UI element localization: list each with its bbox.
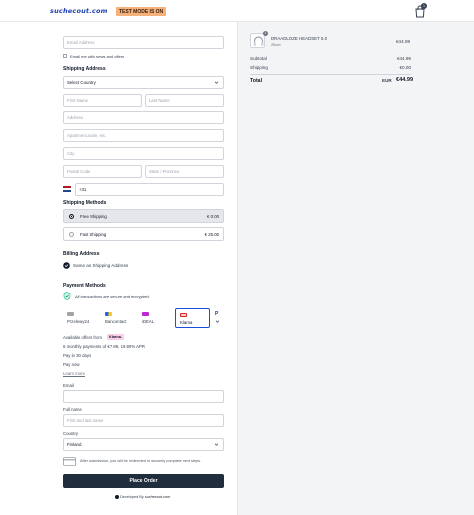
place-order-button[interactable]: Place Order xyxy=(63,474,224,488)
chevron-down-icon xyxy=(214,81,219,84)
developed-by-label: Developed By xyxy=(120,495,144,499)
product-name: DRAADLOZE HEADSET 5.0 xyxy=(271,36,328,41)
email-input[interactable]: Email Address xyxy=(63,36,224,49)
test-mode-badge: TEST MODE IS ON xyxy=(116,7,167,16)
payment-method-label: Bancontact xyxy=(105,319,127,324)
address-input[interactable]: Address xyxy=(63,111,224,124)
total-label: Total xyxy=(250,78,263,84)
product-price: €44.99 xyxy=(396,39,411,44)
shipping-radio-free[interactable] xyxy=(69,214,74,219)
phone-value: +31 xyxy=(79,187,87,192)
klarna-offer: Pay now xyxy=(63,362,80,367)
shipping-radio-fast[interactable] xyxy=(69,232,74,237)
klarna-country-select[interactable]: Finland xyxy=(63,438,224,451)
chevron-down-icon xyxy=(215,320,220,323)
payment-method-klarna[interactable]: Klarna xyxy=(175,308,210,328)
shipping-option-price: € 0.00 xyxy=(207,214,219,219)
total-value: €44.99 xyxy=(396,77,414,83)
total-currency: EUR xyxy=(382,78,392,83)
klarna-badge: Klarna. xyxy=(107,334,124,340)
shipping-value: €0.00 xyxy=(399,65,412,70)
netherlands-flag-icon[interactable] xyxy=(63,186,71,192)
payment-method-label: Przelewy24 xyxy=(67,319,90,324)
payment-methods-title: Payment Methods xyxy=(63,283,106,289)
payment-method-ideal[interactable]: iDEAL xyxy=(138,308,172,328)
header: suchecout.com TEST MODE IS ON 1 xyxy=(0,0,474,22)
przelewy24-icon xyxy=(67,312,74,316)
shipping-option-name: Free Shipping xyxy=(80,214,107,219)
redirect-note: After submission, you will be redirected… xyxy=(80,459,202,463)
shipping-option-fast[interactable]: Fast Shipping € 25.00 xyxy=(63,227,224,241)
secure-note: All transactions are secure and encrypte… xyxy=(75,294,150,299)
full-name-label: Full name xyxy=(63,407,82,412)
shipping-option-free[interactable]: Free Shipping € 0.00 xyxy=(63,209,224,223)
cart-count-badge: 1 xyxy=(421,3,427,9)
info-icon xyxy=(115,495,119,499)
newsletter-checkbox[interactable] xyxy=(63,54,67,58)
subtotal-label: Subtotal xyxy=(250,56,267,61)
payment-method-label: iDEAL xyxy=(142,319,155,324)
footer: Developed By suchecout.com xyxy=(115,495,170,499)
order-summary-panel xyxy=(237,22,474,515)
full-name-input[interactable]: First and last name xyxy=(63,414,224,427)
last-name-input[interactable]: Last Name xyxy=(145,94,224,107)
shipping-option-name: Fast Shipping xyxy=(80,232,107,237)
shipping-methods-title: Shipping Methods xyxy=(63,200,107,206)
klarna-country-value: Finland xyxy=(67,442,82,447)
available-offers-label: Available offers from xyxy=(63,335,103,340)
klarna-icon xyxy=(180,313,187,317)
first-name-input[interactable]: First Name xyxy=(63,94,142,107)
klarna-offer: 6 monthly payments of €7.89, 19.90% APR xyxy=(63,344,145,349)
city-input[interactable]: City xyxy=(63,147,224,160)
payment-method-label: Klarna xyxy=(180,320,193,325)
klarna-offer: Pay in 30 days xyxy=(63,353,92,358)
subtotal-value: €44.99 xyxy=(396,56,411,61)
check-circle-icon[interactable] xyxy=(63,262,70,269)
paypal-icon: P xyxy=(215,311,219,317)
klarna-email-label: Email xyxy=(63,383,74,388)
country-select-value: Select Country xyxy=(67,80,96,85)
postal-code-input[interactable]: Postal Code xyxy=(63,165,142,178)
card-icon xyxy=(63,457,76,466)
payment-method-more[interactable]: P xyxy=(212,308,224,328)
subtotal-row: Subtotal €44.99 xyxy=(250,56,411,61)
learn-more-link[interactable]: Learn more xyxy=(63,371,85,376)
shipping-row: Shipping €0.00 xyxy=(250,65,411,70)
payment-method-przelewy24[interactable]: Przelewy24 xyxy=(63,308,101,328)
state-input[interactable]: State / Province xyxy=(145,165,224,178)
shipping-option-price: € 25.00 xyxy=(204,232,219,237)
chevron-down-icon xyxy=(214,443,219,446)
summary-divider xyxy=(250,74,411,75)
newsletter-label: Email me with news and offers xyxy=(70,54,125,59)
shield-check-icon xyxy=(63,292,71,300)
product-quantity-badge: 1 xyxy=(263,31,268,36)
bancontact-icon xyxy=(105,312,112,316)
same-as-shipping-label: Same as Shipping Address xyxy=(73,263,129,268)
footer-brand-link[interactable]: suchecout.com xyxy=(145,495,171,499)
product-variant: Zilver xyxy=(271,42,281,47)
phone-input[interactable]: +31 xyxy=(75,183,224,196)
shipping-address-title: Shipping Address xyxy=(63,66,106,72)
country-label: Country xyxy=(63,431,79,436)
payment-method-bancontact[interactable]: Bancontact xyxy=(101,308,137,328)
billing-address-title: Billing Address xyxy=(63,251,100,257)
shipping-label: Shipping xyxy=(250,65,268,70)
apartment-input[interactable]: Apartment,suite, etc. xyxy=(63,129,224,142)
country-select[interactable]: Select Country xyxy=(63,76,224,89)
klarna-email-input[interactable] xyxy=(63,390,224,403)
ideal-icon xyxy=(142,312,149,316)
brand-logo[interactable]: suchecout.com xyxy=(50,7,108,15)
